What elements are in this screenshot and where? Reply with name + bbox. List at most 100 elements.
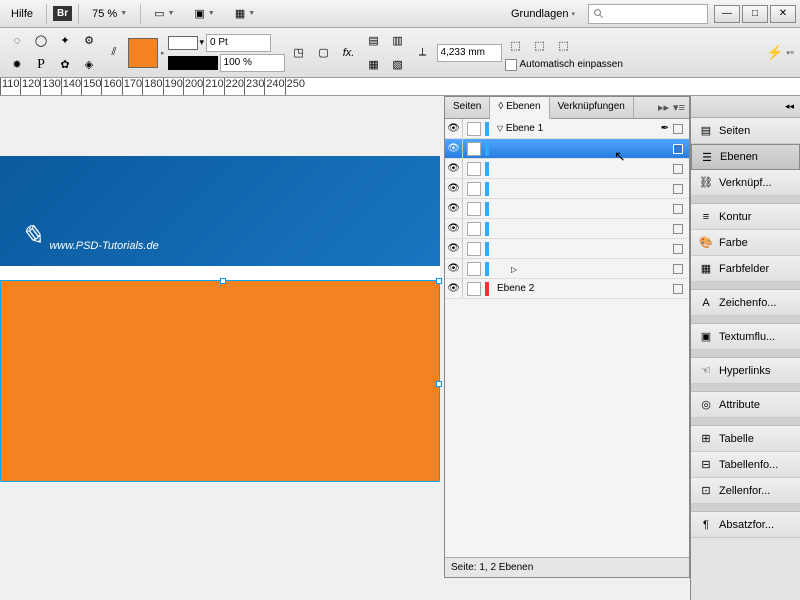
frame-icon[interactable]: ▢ [313, 42, 335, 64]
fit-2-icon[interactable]: ⬚ [529, 35, 551, 57]
fill-swatch[interactable] [128, 38, 158, 68]
visibility-icon[interactable]: 👁 [445, 139, 463, 158]
type-tool-icon[interactable]: P [30, 54, 52, 76]
visibility-icon[interactable]: 👁 [445, 259, 463, 278]
select-indicator[interactable] [673, 284, 683, 294]
opacity-input[interactable] [220, 54, 285, 72]
dock-item-tabelle[interactable]: ⊞Tabelle [691, 426, 800, 452]
tool-3-icon[interactable]: ✦ [54, 30, 76, 52]
panel-menu-icon[interactable]: ▾≡ [673, 101, 685, 114]
bridge-button[interactable]: Br [53, 6, 72, 21]
layer-row[interactable]: 👁 [445, 199, 689, 219]
lock-box[interactable] [467, 162, 481, 176]
visibility-icon[interactable]: 👁 [445, 159, 463, 178]
layer-row[interactable]: 👁 [445, 239, 689, 259]
search-input[interactable] [588, 4, 708, 24]
fit-3-icon[interactable]: ⬚ [553, 35, 575, 57]
attribute-icon: ◎ [699, 398, 713, 412]
dock-item-kontur[interactable]: ≡Kontur [691, 204, 800, 230]
tabelle-icon: ⊞ [699, 432, 713, 446]
select-indicator[interactable] [673, 264, 683, 274]
panel-tab-ebenen[interactable]: ◊ Ebenen [490, 97, 549, 119]
panel-collapse-icon[interactable]: ▸▸ [658, 101, 669, 114]
select-indicator[interactable] [673, 124, 683, 134]
stroke-weight-input[interactable] [206, 34, 271, 52]
maximize-button[interactable]: □ [742, 5, 768, 23]
visibility-icon[interactable]: 👁 [445, 179, 463, 198]
tool-2-icon[interactable]: ◯ [30, 30, 52, 52]
size-input[interactable] [437, 44, 502, 62]
hyperlinks-icon: ☜ [699, 364, 713, 378]
visibility-icon[interactable]: 👁 [445, 219, 463, 238]
lock-box[interactable] [467, 262, 481, 276]
dock-expand-icon[interactable]: ◂◂ [785, 101, 794, 112]
dock-item-hyperlinks[interactable]: ☜Hyperlinks [691, 358, 800, 384]
zoom-level[interactable]: 75 %▼ [85, 4, 134, 24]
screen-mode-icon[interactable]: ▣▼ [188, 3, 222, 24]
selected-rectangle[interactable] [0, 280, 440, 482]
dock-item-ebenen[interactable]: ☰Ebenen [691, 144, 800, 170]
wrap-4-icon[interactable]: ▧ [387, 54, 409, 76]
select-indicator[interactable] [673, 184, 683, 194]
dock-item-seiten[interactable]: ▤Seiten [691, 118, 800, 144]
tool-7-icon[interactable]: ✿ [54, 54, 76, 76]
help-menu[interactable]: Hilfe [4, 4, 40, 24]
lock-box[interactable] [467, 142, 481, 156]
corner-icon[interactable]: ◳ [288, 42, 310, 64]
dock-item-farbfelder[interactable]: ▦Farbfelder [691, 256, 800, 282]
close-button[interactable]: ✕ [770, 5, 796, 23]
view-options-icon[interactable]: ▭▼ [147, 3, 181, 24]
toolbar-menu-icon[interactable]: ▾≡ [786, 49, 794, 57]
tool-5-icon[interactable]: ✸ [6, 54, 28, 76]
tool-sep-icon[interactable]: ⫽ [103, 42, 125, 64]
lock-box[interactable] [467, 222, 481, 236]
select-indicator[interactable] [673, 164, 683, 174]
workspace-selector[interactable]: Grundlagen ▾ [504, 4, 582, 24]
dock-item-tabellenfo[interactable]: ⊟Tabellenfo... [691, 452, 800, 478]
visibility-icon[interactable]: 👁 [445, 279, 463, 298]
autofit-checkbox[interactable] [505, 59, 517, 71]
layer-row[interactable]: 👁 [445, 159, 689, 179]
effects-icon[interactable]: fx. [338, 42, 360, 64]
visibility-icon[interactable]: 👁 [445, 119, 463, 138]
layer-row[interactable]: 👁 [445, 219, 689, 239]
tool-8-icon[interactable]: ◈ [78, 54, 100, 76]
fit-1-icon[interactable]: ⬚ [505, 35, 527, 57]
wrap-3-icon[interactable]: ▦ [363, 54, 385, 76]
select-indicator[interactable] [673, 144, 683, 154]
layer-row[interactable]: 👁 Ebene 2 [445, 279, 689, 299]
wrap-1-icon[interactable]: ▤ [363, 30, 385, 52]
layer-row[interactable]: 👁 ▷ [445, 259, 689, 279]
panel-tab-seiten[interactable]: Seiten [445, 97, 490, 118]
panel-tab-verknüpfungen[interactable]: Verknüpfungen [550, 97, 634, 118]
dock-item-verknüpf[interactable]: ⛓Verknüpf... [691, 170, 800, 196]
arrange-icon[interactable]: ▦▼ [228, 3, 262, 24]
dock-item-textumflu[interactable]: ▣Textumflu... [691, 324, 800, 350]
dock-item-attribute[interactable]: ◎Attribute [691, 392, 800, 418]
dock-item-farbe[interactable]: 🎨Farbe [691, 230, 800, 256]
lock-box[interactable] [467, 282, 481, 296]
dock-item-absatzfor[interactable]: ¶Absatzfor... [691, 512, 800, 538]
layer-row[interactable]: 👁 ▽ Ebene 1 ✒ [445, 119, 689, 139]
lock-box[interactable] [467, 242, 481, 256]
select-indicator[interactable] [673, 224, 683, 234]
crop-icon[interactable]: ⟂ [412, 42, 434, 64]
select-indicator[interactable] [673, 244, 683, 254]
tool-1-icon[interactable]: ◌ [6, 30, 28, 52]
lock-box[interactable] [467, 202, 481, 216]
lock-box[interactable] [467, 182, 481, 196]
visibility-icon[interactable]: 👁 [445, 199, 463, 218]
dock-item-zellenfor[interactable]: ⊡Zellenfor... [691, 478, 800, 504]
stroke-swatch[interactable] [168, 36, 198, 50]
menu-bar: Hilfe Br 75 %▼ ▭▼ ▣▼ ▦▼ Grundlagen ▾ — □… [0, 0, 800, 28]
layer-row[interactable]: 👁 [445, 139, 689, 159]
flash-icon[interactable]: ⚡ [766, 44, 783, 61]
tool-4-icon[interactable]: ⚙ [78, 30, 100, 52]
lock-box[interactable] [467, 122, 481, 136]
dock-item-zeichenfo[interactable]: AZeichenfo... [691, 290, 800, 316]
minimize-button[interactable]: — [714, 5, 740, 23]
wrap-2-icon[interactable]: ▥ [387, 30, 409, 52]
visibility-icon[interactable]: 👁 [445, 239, 463, 258]
select-indicator[interactable] [673, 204, 683, 214]
layer-row[interactable]: 👁 [445, 179, 689, 199]
